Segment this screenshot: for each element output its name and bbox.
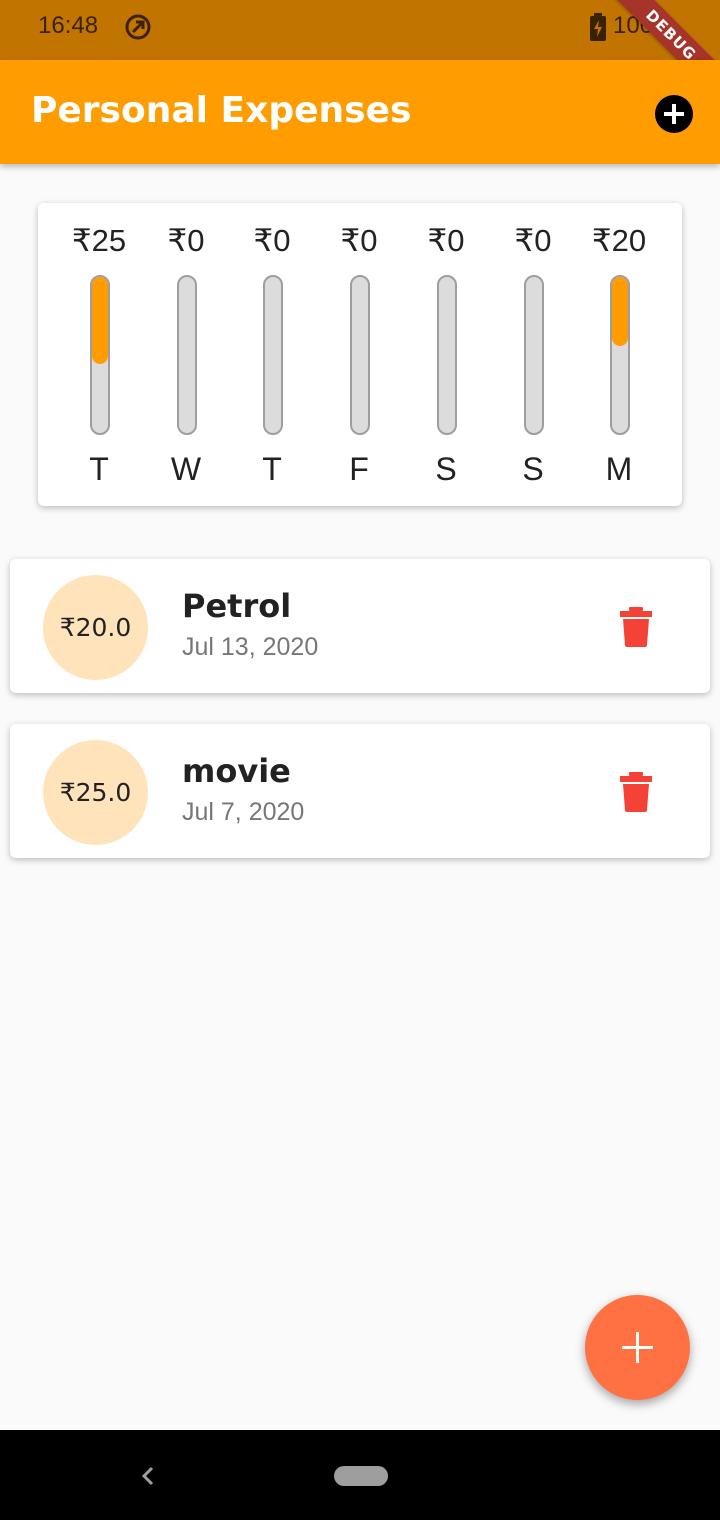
bar-amount-label: ₹0 xyxy=(427,223,465,258)
bar-day-label: S xyxy=(435,451,457,487)
weekly-chart: ₹25 T ₹0 W ₹0 T ₹0 F ₹0 S ₹0 S ₹20 M xyxy=(38,203,682,506)
trash-icon[interactable] xyxy=(620,607,652,647)
bar-day-label: M xyxy=(605,451,633,487)
transaction-title: movie xyxy=(182,752,291,790)
bar-fill xyxy=(612,277,628,347)
status-time: 16:48 xyxy=(38,12,99,39)
bar-track xyxy=(177,275,197,435)
app-status-icon xyxy=(125,14,151,40)
bar-track xyxy=(350,275,370,435)
bar-amount-label: ₹25 xyxy=(71,223,127,258)
bar-track xyxy=(263,275,283,435)
bar-day-label: S xyxy=(522,451,544,487)
transaction-card: ₹20.0 Petrol Jul 13, 2020 xyxy=(10,559,710,693)
chart-bar: ₹0 T xyxy=(232,203,312,506)
bar-track xyxy=(610,275,630,435)
chart-bar: ₹0 F xyxy=(319,203,399,506)
chart-bar: ₹0 W xyxy=(146,203,226,506)
bar-day-label: T xyxy=(262,451,282,487)
transaction-card: ₹25.0 movie Jul 7, 2020 xyxy=(10,724,710,858)
trash-icon[interactable] xyxy=(620,772,652,812)
bar-track xyxy=(90,275,110,435)
app-bar: Personal Expenses xyxy=(0,60,720,164)
transaction-date: Jul 13, 2020 xyxy=(182,633,319,661)
bar-fill xyxy=(92,277,108,364)
bar-amount-label: ₹0 xyxy=(253,223,291,258)
bar-amount-label: ₹20 xyxy=(591,223,647,258)
chart-bar: ₹20 M xyxy=(579,203,659,506)
bar-amount-label: ₹0 xyxy=(167,223,205,258)
battery-icon xyxy=(590,13,606,41)
bar-day-label: W xyxy=(170,451,202,487)
transaction-title: Petrol xyxy=(182,587,292,625)
bar-amount-label: ₹0 xyxy=(514,223,552,258)
bar-day-label: T xyxy=(89,451,109,487)
bar-amount-label: ₹0 xyxy=(340,223,378,258)
page-title: Personal Expenses xyxy=(31,90,412,131)
bar-day-label: F xyxy=(349,451,369,487)
chart-bar: ₹0 S xyxy=(493,203,573,506)
amount-avatar: ₹20.0 xyxy=(43,575,148,680)
bar-track xyxy=(437,275,457,435)
status-bar: 16:48 100% DEBUG xyxy=(0,0,720,112)
add-circle-icon[interactable] xyxy=(654,94,694,134)
chart-bar: ₹0 S xyxy=(406,203,486,506)
amount-avatar: ₹25.0 xyxy=(43,740,148,845)
chevron-left-icon[interactable] xyxy=(138,1462,158,1490)
home-pill[interactable] xyxy=(334,1466,388,1486)
bar-track xyxy=(524,275,544,435)
add-transaction-fab[interactable] xyxy=(585,1295,690,1400)
chart-bar: ₹25 T xyxy=(59,203,139,506)
transaction-date: Jul 7, 2020 xyxy=(182,798,305,826)
plus-icon xyxy=(622,1332,653,1363)
